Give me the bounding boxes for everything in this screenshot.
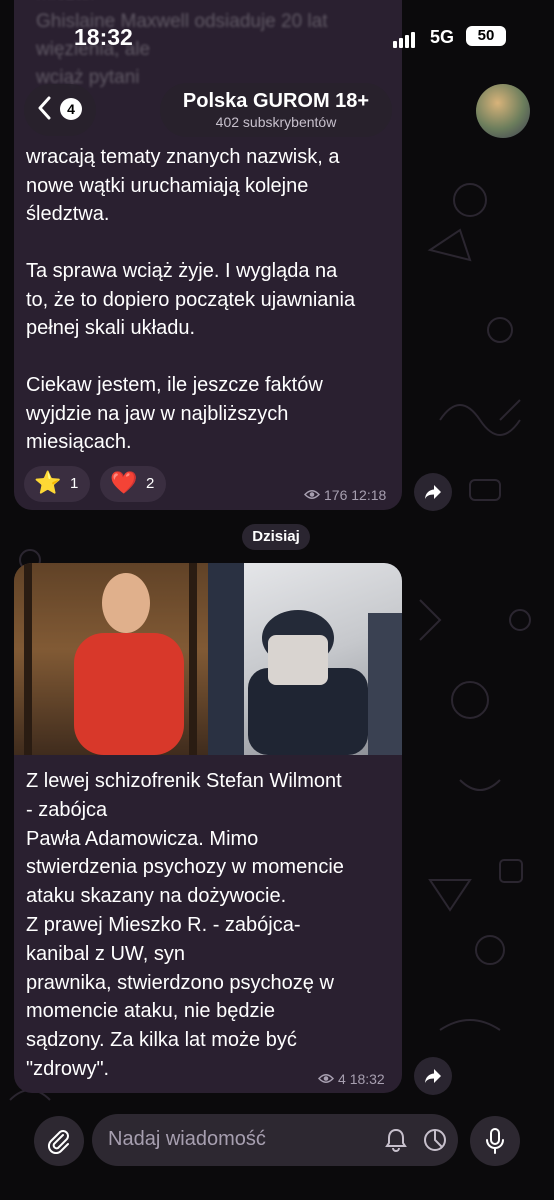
back-chevron-icon — [37, 96, 51, 127]
view-count: 4 — [338, 1071, 346, 1087]
clock-icon[interactable] — [422, 1127, 448, 1158]
message-composer: Nadaj wiadomość — [0, 1098, 554, 1200]
microphone-button[interactable] — [470, 1116, 520, 1166]
star-icon: ⭐ — [34, 470, 62, 495]
paperclip-icon — [47, 1130, 69, 1155]
cellular-signal-icon — [393, 30, 417, 48]
reaction-star[interactable]: ⭐ 1 — [24, 466, 90, 502]
reaction-count: 2 — [146, 475, 155, 492]
status-bar: 18:32 5G 50 — [0, 0, 554, 76]
channel-header[interactable]: Polska GUROM 18+ 402 subskrybentów — [160, 83, 392, 137]
reaction-count: 1 — [70, 475, 79, 492]
view-count: 176 — [324, 487, 348, 503]
share-button[interactable] — [414, 1057, 452, 1095]
message-text: wracają tematy znanych nazwisk, a nowe w… — [26, 146, 356, 453]
share-button[interactable] — [414, 473, 452, 511]
message-bubble[interactable]: miczał. Ghislaine Maxwell odsiaduje 20 l… — [14, 0, 402, 510]
channel-name: Polska GUROM 18+ — [182, 90, 370, 112]
channel-avatar[interactable] — [476, 84, 530, 138]
battery-indicator: 50 — [466, 26, 506, 46]
eye-icon — [303, 487, 321, 503]
message-meta: 176 12:18 — [303, 487, 387, 503]
share-arrow-icon — [425, 1069, 441, 1083]
message-bubble[interactable]: Z lewej schizofrenik Stefan Wilmont - za… — [14, 563, 402, 1093]
photo-right-panel — [208, 563, 402, 755]
message-photo[interactable] — [14, 563, 402, 755]
message-time: 12:18 — [351, 487, 387, 503]
message-input[interactable]: Nadaj wiadomość — [92, 1114, 458, 1166]
message-meta: 4 18:32 — [317, 1071, 385, 1087]
eye-icon — [317, 1071, 335, 1087]
message-input-placeholder: Nadaj wiadomość — [108, 1128, 266, 1150]
attach-button[interactable] — [34, 1116, 84, 1166]
reaction-heart[interactable]: ❤️ 2 — [100, 466, 166, 502]
subscriber-count: 402 subskrybentów — [215, 114, 337, 130]
back-button[interactable]: 4 — [24, 84, 96, 136]
microphone-icon — [486, 1128, 504, 1154]
unread-count-badge: 4 — [60, 98, 82, 120]
network-type: 5G — [430, 27, 455, 47]
message-text: Z lewej schizofrenik Stefan Wilmont - za… — [26, 770, 344, 1080]
share-arrow-icon — [425, 485, 441, 499]
bell-icon[interactable] — [384, 1127, 408, 1158]
heart-icon: ❤️ — [110, 470, 138, 495]
photo-left-panel — [14, 563, 208, 755]
date-separator: Dzisiaj — [242, 524, 310, 550]
message-time: 18:32 — [349, 1071, 385, 1087]
status-time: 18:32 — [74, 24, 133, 50]
